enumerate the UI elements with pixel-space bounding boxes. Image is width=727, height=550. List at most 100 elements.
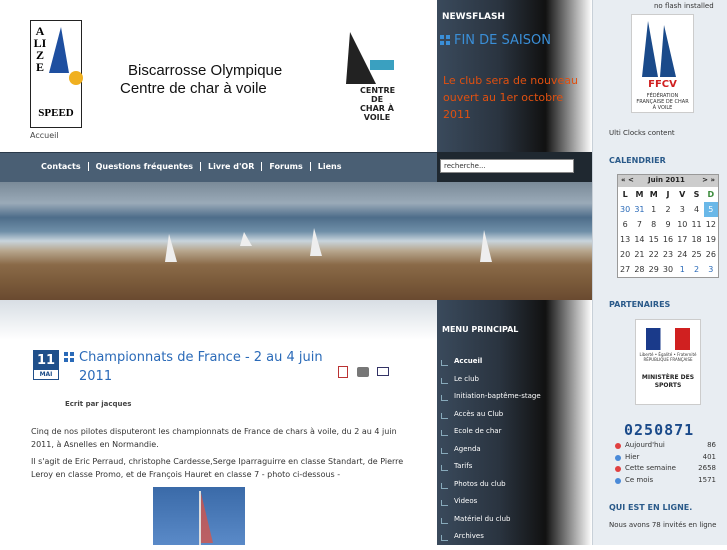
calendar-day[interactable]: 2: [661, 202, 675, 217]
menu-item-le-club[interactable]: Le club: [440, 375, 590, 393]
calendar-day[interactable]: 22: [647, 247, 661, 262]
calendar-day[interactable]: 6: [618, 217, 632, 232]
visitor-stat-label: Ce mois: [625, 475, 654, 484]
ministere-logo[interactable]: Liberté • Égalité • Fraternité RÉPUBLIQU…: [635, 319, 701, 405]
alize-speed-logo[interactable]: ALIZE SPEED: [30, 20, 83, 128]
menu-item-videos[interactable]: Videos: [440, 497, 590, 515]
calendar-day[interactable]: 19: [704, 232, 718, 247]
calendar-day[interactable]: 1: [675, 262, 689, 277]
logo-speed-text: SPEED: [38, 107, 74, 119]
marianne-republique: Liberté • Égalité • Fraternité RÉPUBLIQU…: [639, 352, 697, 362]
visitor-stat-value: 401: [702, 452, 716, 461]
site-title-line2: Centre de char à voile: [120, 80, 267, 97]
calendar-day[interactable]: 2: [689, 262, 703, 277]
calendar-day[interactable]: 15: [647, 232, 661, 247]
nav-item-liens[interactable]: Liens: [311, 162, 349, 171]
visitor-stat-label: Cette semaine: [625, 464, 676, 472]
accueil-link[interactable]: Accueil: [30, 131, 59, 140]
sun-icon: [69, 71, 83, 85]
main-menu-list: Accueil Le club Initiation-baptême-stage…: [440, 357, 590, 550]
calendar-day-header: D: [707, 190, 715, 199]
ffcv-text: FFCV: [648, 79, 677, 90]
calendar-day[interactable]: 16: [661, 232, 675, 247]
nav-item-forums[interactable]: Forums: [262, 162, 311, 171]
beach-banner-image: [0, 182, 592, 300]
calendar-next-buttons[interactable]: > »: [702, 176, 715, 184]
sail-icon: [660, 25, 676, 77]
calendar-day[interactable]: 20: [618, 247, 632, 262]
person-icon: [615, 477, 621, 484]
calendar-day-header: M: [649, 190, 658, 199]
calendar-day[interactable]: 3: [704, 262, 718, 277]
person-icon: [615, 466, 621, 472]
menu-item-agenda[interactable]: Agenda: [440, 445, 590, 463]
email-icon[interactable]: [377, 367, 389, 376]
calendar-day[interactable]: 7: [632, 217, 646, 232]
calendar-day[interactable]: 29: [647, 262, 661, 277]
newsflash-title: NEWSFLASH: [442, 12, 505, 22]
search-input[interactable]: [440, 159, 574, 173]
ffcv-logo[interactable]: FFCV FÉDÉRATION FRANÇAISE DE CHAR À VOIL…: [631, 14, 694, 113]
nav-item-contacts[interactable]: Contacts: [34, 162, 89, 171]
visitor-stat-row: Cette semaine 2658: [615, 464, 716, 474]
calendar-day[interactable]: 25: [689, 247, 703, 262]
calendar-prev-buttons[interactable]: « <: [621, 176, 634, 184]
calendar-widget: « < Juin 2011 > » L M M J V S D 30 31 1 2 3 4 5 6 7 8 9 10…: [617, 174, 719, 278]
content-band: [0, 300, 437, 340]
partners-title: PARTENAIRES: [609, 300, 671, 309]
calendar-day[interactable]: 12: [704, 217, 718, 232]
article-title[interactable]: Championnats de France - 2 au 4 juin 201…: [64, 348, 329, 386]
nav-item-faq[interactable]: Questions fréquentes: [89, 162, 202, 171]
logo-right-text: CENTRE DE CHAR À VOILE: [360, 86, 396, 122]
menu-item-ecole[interactable]: Ecole de char: [440, 427, 590, 445]
calendar-day[interactable]: 5: [703, 202, 718, 217]
newsflash-heading[interactable]: FIN DE SAISON: [440, 33, 551, 48]
main-menu-title: MENU PRINCIPAL: [442, 325, 519, 334]
menu-item-acces[interactable]: Accès au Club: [440, 410, 590, 428]
calendar-day[interactable]: 1: [647, 202, 661, 217]
calendar-grid: L M M J V S D 30 31 1 2 3 4 5 6 7 8 9 10 11 12 13 14 15 16 17 18 19…: [618, 187, 718, 277]
who-online-title: QUI EST EN LIGNE.: [609, 503, 693, 512]
calendar-day[interactable]: 11: [689, 217, 703, 232]
nav-item-livre-or[interactable]: Livre d'OR: [201, 162, 263, 171]
calendar-month: Juin 2011: [648, 176, 685, 184]
menu-item-tarifs[interactable]: Tarifs: [440, 462, 590, 480]
calendar-day[interactable]: 14: [632, 232, 646, 247]
landsail-1: [165, 234, 177, 262]
visitor-stat-row: Hier 401: [615, 453, 716, 463]
landsail-3: [310, 228, 322, 256]
calendar-day[interactable]: 4: [689, 202, 703, 217]
calendar-day[interactable]: 13: [618, 232, 632, 247]
menu-item-archives[interactable]: Archives: [440, 532, 590, 550]
menu-item-accueil[interactable]: Accueil: [440, 357, 590, 375]
pdf-icon[interactable]: [338, 366, 348, 378]
person-icon: [615, 443, 621, 449]
calendar-day[interactable]: 3: [675, 202, 689, 217]
calendar-day[interactable]: 23: [661, 247, 675, 262]
visitor-stat-value: 86: [707, 441, 716, 449]
print-icon[interactable]: [357, 367, 369, 377]
calendar-day[interactable]: 30: [618, 202, 632, 217]
article-author: Ecrit par jacques: [65, 400, 132, 408]
menu-item-materiel[interactable]: Matériel du club: [440, 515, 590, 533]
visitor-stat-row: Ce mois 1571: [615, 476, 716, 486]
calendar-day[interactable]: 18: [689, 232, 703, 247]
calendar-day[interactable]: 31: [632, 202, 646, 217]
calendar-day[interactable]: 8: [647, 217, 661, 232]
calendar-day[interactable]: 17: [675, 232, 689, 247]
menu-item-initiation[interactable]: Initiation-baptême-stage: [440, 392, 590, 410]
ffcv-subtitle: FÉDÉRATION FRANÇAISE DE CHAR À VOILE: [636, 93, 689, 111]
calendar-day[interactable]: 27: [618, 262, 632, 277]
calendar-day[interactable]: 9: [661, 217, 675, 232]
calendar-day[interactable]: 28: [632, 262, 646, 277]
ulti-clocks-text: Ulti Clocks content: [609, 129, 675, 137]
menu-item-photos[interactable]: Photos du club: [440, 480, 590, 498]
calendar-day[interactable]: 10: [675, 217, 689, 232]
calendar-day[interactable]: 26: [704, 247, 718, 262]
visitor-stat-row: Aujourd'hui 86: [615, 441, 716, 451]
logo-letters: ALIZE: [33, 24, 47, 74]
calendar-title: CALENDRIER: [609, 156, 666, 165]
calendar-day[interactable]: 24: [675, 247, 689, 262]
calendar-day[interactable]: 21: [632, 247, 646, 262]
calendar-day[interactable]: 30: [661, 262, 675, 277]
